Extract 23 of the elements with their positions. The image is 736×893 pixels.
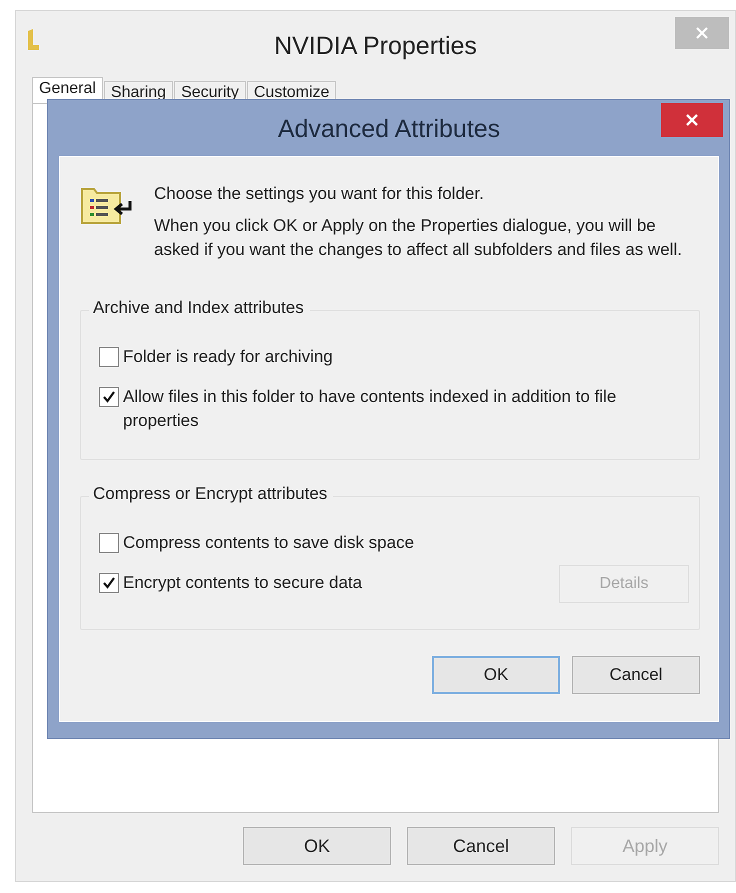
dialog-button[interactable]: OK [432, 656, 560, 694]
dialog-button[interactable]: OK [243, 827, 391, 865]
checkbox[interactable] [99, 347, 119, 367]
intro-text: Choose the settings you want for this folder. [154, 183, 485, 205]
checkbox[interactable] [99, 573, 119, 593]
checkmark-icon [102, 390, 116, 404]
checkbox-label[interactable]: Compress contents to save disk space [123, 531, 663, 555]
checkmark-icon [102, 576, 116, 590]
checkbox-label[interactable]: Encrypt contents to secure data [123, 571, 559, 595]
window-title: NVIDIA Properties [274, 30, 477, 60]
close-button[interactable] [661, 103, 723, 137]
dialog-button[interactable]: Cancel [572, 656, 700, 694]
close-icon [685, 113, 699, 127]
dialog-button[interactable]: Cancel [407, 827, 555, 865]
checkbox[interactable] [99, 387, 119, 407]
group-title: Compress or Encrypt attributes [89, 484, 334, 504]
dialog-title: Advanced Attributes [278, 114, 500, 144]
checkbox[interactable] [99, 533, 119, 553]
description-text: When you click OK or Apply on the Properties dialogue, you will be asked if you want the changes to affect all subfolders and files as well. [154, 215, 683, 261]
close-icon [695, 26, 709, 40]
folder-icon [26, 29, 40, 51]
checkbox-label[interactable]: Allow files in this folder to have contents indexed in addition to file properties [123, 385, 663, 433]
checkbox-label[interactable]: Folder is ready for archiving [123, 345, 663, 369]
